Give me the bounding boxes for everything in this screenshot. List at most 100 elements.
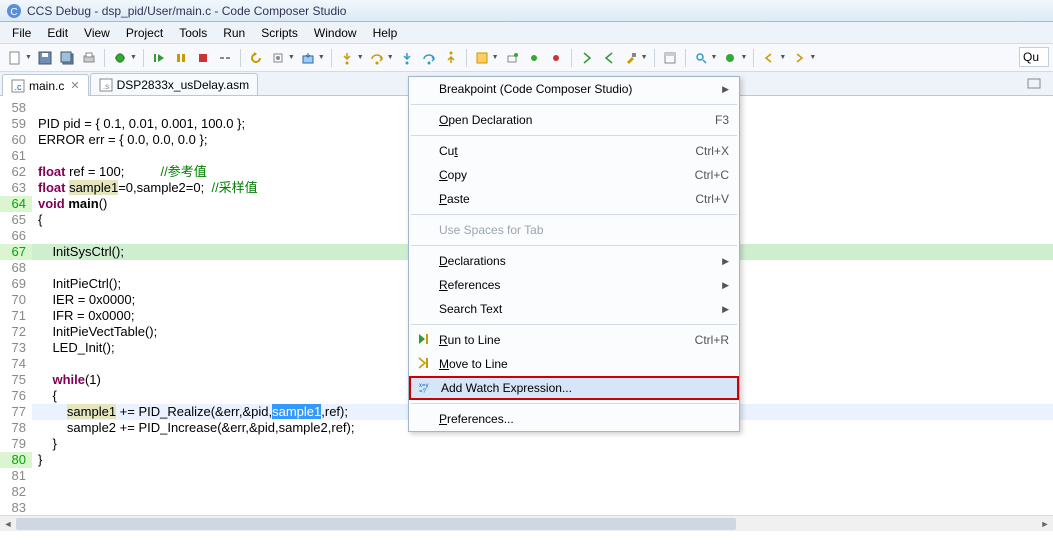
menu-view[interactable]: View [76,24,118,42]
step-into-icon[interactable] [338,49,356,67]
menu-separator [411,324,737,325]
submenu-arrow-icon: ▶ [722,280,729,291]
menu-window[interactable]: Window [306,24,365,42]
separator [331,49,332,67]
title-bar: C CCS Debug - dsp_pid/User/main.c - Code… [0,0,1053,22]
step-return-2-icon[interactable] [600,49,618,67]
scroll-right-icon[interactable]: ► [1037,516,1053,532]
back-icon[interactable] [760,49,778,67]
context-menu-item-open-declaration[interactable]: Open DeclarationF3 [409,108,739,132]
move-to-line-icon [415,356,431,372]
quick-access-input[interactable] [1019,47,1049,67]
separator [654,49,655,67]
connected-icon[interactable] [525,49,543,67]
context-menu-item-search-text[interactable]: Search Text▶ [409,297,739,321]
step-into-line-icon[interactable] [578,49,596,67]
new-icon[interactable] [6,49,24,67]
context-menu-item-declarations[interactable]: Declarations▶ [409,249,739,273]
scroll-left-icon[interactable]: ◄ [0,516,16,532]
context-menu-item-move-to-line[interactable]: Move to Line [409,352,739,376]
context-menu-item-add-watch-expression[interactable]: x=y=?Add Watch Expression... [409,376,739,400]
maximize-editor-icon[interactable] [1027,76,1041,93]
context-menu-item-paste[interactable]: PasteCtrl+V [409,187,739,211]
menu-item-label: Declarations [439,254,722,268]
context-menu-item-cut[interactable]: CutCtrl+X [409,139,739,163]
submenu-arrow-icon: ▶ [722,256,729,267]
svg-text:C: C [10,7,17,18]
step-return-icon[interactable] [442,49,460,67]
views-icon[interactable] [661,49,679,67]
context-menu-item-preferences[interactable]: Preferences... [409,407,739,431]
menu-project[interactable]: Project [118,24,171,42]
save-all-icon[interactable] [58,49,76,67]
line-number: 73 [0,340,32,356]
disconnect-icon[interactable] [216,49,234,67]
toggle-mark-icon[interactable] [473,49,491,67]
restart-icon[interactable] [247,49,265,67]
code-line[interactable]: } [32,452,1053,468]
separator [240,49,241,67]
new-target-icon[interactable] [503,49,521,67]
tab-label: main.c [29,79,64,93]
quick-access-search[interactable] [1019,47,1049,67]
asm-step-into-icon[interactable] [398,49,416,67]
cpu-reset-icon[interactable] [269,49,287,67]
menu-run[interactable]: Run [215,24,253,42]
debug-views-icon[interactable] [721,49,739,67]
line-number: 58 [0,100,32,116]
context-menu-item-breakpoint-code-composer-studio[interactable]: Breakpoint (Code Composer Studio)▶ [409,77,739,101]
menu-item-label: Breakpoint (Code Composer Studio) [439,82,722,96]
menu-scripts[interactable]: Scripts [253,24,306,42]
menu-shortcut: Ctrl+C [695,168,729,182]
separator [104,49,105,67]
context-menu-item-run-to-line[interactable]: Run to LineCtrl+R [409,328,739,352]
editor-context-menu: Breakpoint (Code Composer Studio)▶Open D… [408,76,740,432]
menu-item-label: Use Spaces for Tab [439,223,729,237]
menu-item-label: Move to Line [439,357,729,371]
debug-icon[interactable] [111,49,129,67]
tab-main-c[interactable]: .c main.c ✕ [2,74,89,96]
line-number: 69 [0,276,32,292]
line-number: 62 [0,164,32,180]
menu-item-label: Search Text [439,302,722,316]
print-icon[interactable] [80,49,98,67]
menu-edit[interactable]: Edit [39,24,76,42]
search-icon[interactable] [692,49,710,67]
step-over-icon[interactable] [368,49,386,67]
code-line[interactable] [32,500,1053,516]
horizontal-scrollbar[interactable]: ◄ ► [0,515,1053,531]
close-tab-icon[interactable]: ✕ [70,79,79,92]
menu-separator [411,104,737,105]
asm-step-over-icon[interactable] [420,49,438,67]
tab-label: DSP2833x_usDelay.asm [117,78,250,92]
code-line[interactable] [32,484,1053,500]
scrollbar-thumb[interactable] [16,518,736,530]
toolbar: ▼ ▼ ▼ ▼ ▼ ▼ ▼ ▼ ▼ ▼ ▼ ▼ [0,44,1053,72]
code-line[interactable] [32,468,1053,484]
line-number: 67 [0,244,32,260]
menu-bar: File Edit View Project Tools Run Scripts… [0,22,1053,44]
forward-icon[interactable] [790,49,808,67]
line-number: 81 [0,468,32,484]
line-number: 80 [0,452,32,468]
menu-shortcut: F3 [715,113,729,127]
menu-help[interactable]: Help [365,24,406,42]
line-number: 61 [0,148,32,164]
resume-icon[interactable] [150,49,168,67]
reload-icon[interactable] [299,49,317,67]
code-line[interactable]: } [32,436,1053,452]
menu-item-label: Run to Line [439,333,695,347]
separator [466,49,467,67]
menu-item-label: Open Declaration [439,113,715,127]
context-menu-item-copy[interactable]: CopyCtrl+C [409,163,739,187]
save-icon[interactable] [36,49,54,67]
menu-file[interactable]: File [4,24,39,42]
context-menu-item-references[interactable]: References▶ [409,273,739,297]
stop-icon[interactable] [194,49,212,67]
hammer-icon[interactable] [622,49,640,67]
pause-icon[interactable] [172,49,190,67]
tab-asm[interactable]: .s DSP2833x_usDelay.asm [90,73,259,95]
separator [685,49,686,67]
disconnected-icon[interactable] [547,49,565,67]
menu-tools[interactable]: Tools [171,24,215,42]
